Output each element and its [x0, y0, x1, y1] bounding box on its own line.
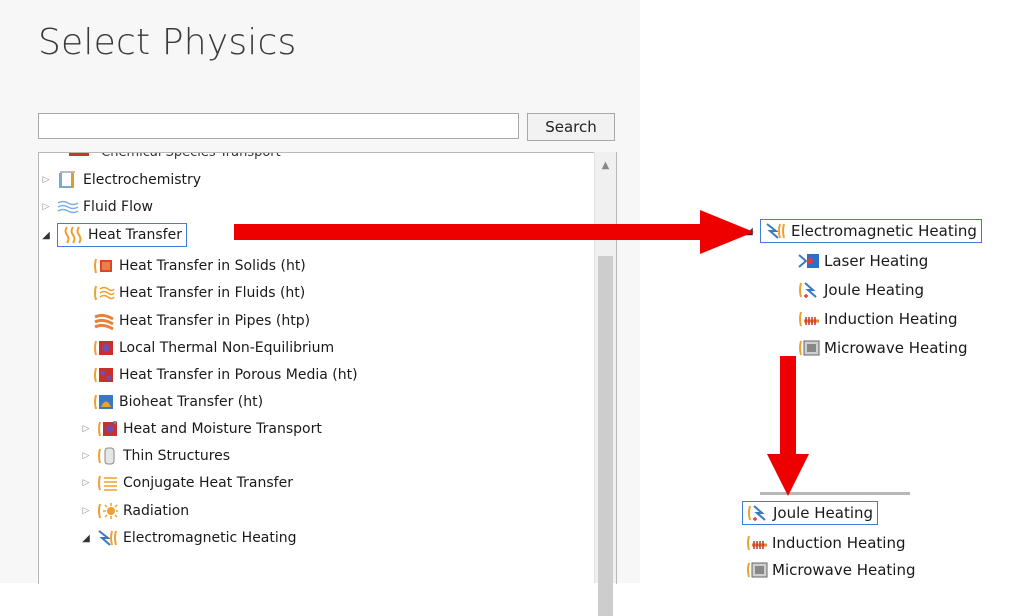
zoom-child-label: Joule Heating [773, 504, 874, 522]
zoom-detail-joule: Joule Heating Induction Heating Microwav… [642, 490, 942, 583]
tree-row-moisture[interactable]: ▷ Heat and Moisture Transport [79, 416, 322, 442]
heat-pipes-icon [93, 311, 115, 331]
scroll-up-icon[interactable]: ▲ [595, 160, 616, 171]
zoom2-row-induction[interactable]: Induction Heating [746, 530, 905, 556]
tree-label: Thin Structures [123, 448, 231, 464]
arrow-right-annotation [234, 210, 754, 254]
tree-row-conjugate[interactable]: ▷ Conjugate Heat Transfer [79, 470, 293, 496]
chevron-right-icon[interactable]: ▷ [79, 478, 93, 488]
tree-row-local-thermal[interactable]: Local Thermal Non-Equilibrium [93, 335, 334, 361]
microwave-heating-icon [798, 338, 820, 358]
induction-heating-icon [798, 309, 820, 329]
selection-highlight: Heat Transfer [57, 223, 187, 247]
tree-label: Heat Transfer [88, 227, 182, 243]
porous-media-icon [93, 365, 115, 385]
fluid-flow-icon [57, 197, 79, 217]
tree-row-bioheat[interactable]: Bioheat Transfer (ht) [93, 389, 263, 415]
conjugate-icon [97, 473, 119, 493]
tree-label: Electrochemistry [83, 172, 202, 188]
zoom-parent-label: Electromagnetic Heating [791, 222, 977, 240]
zoom-child-label: Induction Heating [772, 534, 906, 552]
microwave-heating-icon [746, 560, 768, 580]
tree-label: Fluid Flow [83, 199, 153, 215]
electrochemistry-icon [57, 170, 79, 190]
zoom-child-label: Microwave Heating [824, 339, 968, 357]
zoom-child-label: Microwave Heating [772, 561, 916, 579]
bioheat-icon [93, 392, 115, 412]
zoom-child-label: Joule Heating [824, 281, 925, 299]
zoom-row-joule[interactable]: Joule Heating [798, 277, 924, 303]
tree-row-heat-fluids[interactable]: Heat Transfer in Fluids (ht) [93, 280, 305, 306]
zoom-row-induction[interactable]: Induction Heating [798, 306, 957, 332]
search-button[interactable]: Search [527, 113, 615, 141]
induction-heating-icon [746, 533, 768, 553]
tree-label: Conjugate Heat Transfer [123, 475, 293, 491]
em-heating-icon [765, 221, 787, 241]
arrow-down-annotation [767, 356, 809, 496]
heat-transfer-icon [62, 225, 84, 245]
tree-row-porous-media[interactable]: Heat Transfer in Porous Media (ht) [93, 362, 358, 388]
selection-highlight: Joule Heating [742, 501, 879, 525]
tree-label: Chemical Species Transport [101, 152, 281, 160]
tree-row-fluid-flow[interactable]: ▷ Fluid Flow [39, 194, 153, 220]
joule-heating-icon [798, 280, 820, 300]
chevron-down-icon[interactable]: ◢ [39, 230, 53, 241]
scroll-thumb[interactable] [598, 256, 613, 616]
zoom2-row-joule[interactable]: Joule Heating [742, 500, 879, 526]
search-input[interactable] [38, 113, 519, 139]
page-title: Select Physics [38, 22, 297, 63]
tree-row-em-heating[interactable]: ◢ Electromagnetic Heating [79, 525, 297, 551]
heat-fluids-icon [93, 283, 115, 303]
zoom-row-microwave[interactable]: Microwave Heating [798, 335, 967, 361]
tree-label: Radiation [123, 503, 190, 519]
heat-solids-icon [93, 256, 115, 276]
joule-heating-icon [747, 503, 769, 523]
tree-label: Heat Transfer in Pipes (htp) [119, 313, 311, 329]
moisture-icon [97, 419, 119, 439]
laser-heating-icon [798, 251, 820, 271]
thin-structures-icon [97, 446, 119, 466]
zoom-row-laser[interactable]: Laser Heating [798, 248, 928, 274]
tree-row-heat-pipes[interactable]: Heat Transfer in Pipes (htp) [93, 308, 310, 334]
tree-row-heat-solids[interactable]: Heat Transfer in Solids (ht) [93, 253, 306, 279]
thermal-noneq-icon [93, 338, 115, 358]
chevron-right-icon[interactable]: ▷ [39, 175, 53, 185]
chevron-right-icon[interactable]: ▷ [79, 506, 93, 516]
select-physics-panel: Select Physics Search Chemical Species T… [0, 0, 640, 616]
radiation-icon [97, 501, 119, 521]
em-heating-icon [97, 528, 119, 548]
tree-row-thin-structures[interactable]: ▷ Thin Structures [79, 443, 230, 469]
tree-label: Heat Transfer in Porous Media (ht) [119, 367, 358, 383]
chevron-right-icon[interactable]: ▷ [39, 202, 53, 212]
tree-label: Heat and Moisture Transport [123, 421, 322, 437]
tree-row-cutoff[interactable]: Chemical Species Transport [69, 152, 281, 160]
zoom-row-em-heating[interactable]: ◢ Electromagnetic Heating [742, 218, 982, 244]
selection-highlight: Electromagnetic Heating [760, 219, 982, 243]
tree-label: Heat Transfer in Fluids (ht) [119, 285, 306, 301]
tree-label: Electromagnetic Heating [123, 530, 297, 546]
tree-label: Bioheat Transfer (ht) [119, 394, 264, 410]
chevron-down-icon[interactable]: ◢ [79, 533, 93, 544]
zoom2-row-microwave[interactable]: Microwave Heating [746, 557, 915, 583]
tree-label: Local Thermal Non-Equilibrium [119, 340, 335, 356]
zoom-child-label: Induction Heating [824, 310, 958, 328]
tree-row-radiation[interactable]: ▷ Radiation [79, 498, 189, 524]
chevron-right-icon[interactable]: ▷ [79, 424, 93, 434]
zoom-child-label: Laser Heating [824, 252, 929, 270]
tree-label: Heat Transfer in Solids (ht) [119, 258, 306, 274]
tree-row-electrochemistry[interactable]: ▷ Electrochemistry [39, 167, 201, 193]
chemical-species-icon [69, 153, 89, 156]
chevron-right-icon[interactable]: ▷ [79, 451, 93, 461]
tree-row-heat-transfer[interactable]: ◢ Heat Transfer [39, 222, 187, 248]
